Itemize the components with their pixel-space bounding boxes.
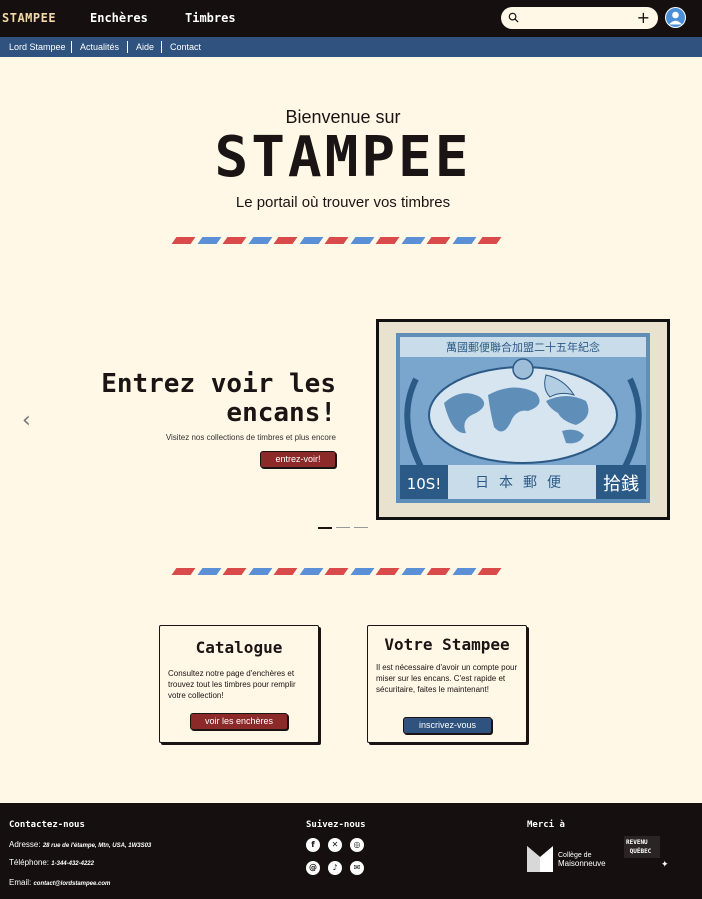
instagram-icon[interactable]: ◎ bbox=[350, 838, 364, 852]
email-line: Email: contact@lordstampee.com bbox=[9, 878, 110, 887]
revenu-line1: REVENU bbox=[626, 839, 648, 846]
carousel-title: Entrez voir les encans! bbox=[101, 369, 336, 428]
divider bbox=[127, 41, 128, 53]
hero-title: STAMPEE bbox=[214, 125, 472, 190]
footer: Contactez-nous Adresse: 28 rue de l'étam… bbox=[0, 803, 702, 899]
college-line2: Maisonneuve bbox=[558, 859, 606, 868]
college-line1: Collège de bbox=[558, 852, 592, 859]
stripe bbox=[401, 568, 425, 575]
subnav-aide[interactable]: Aide bbox=[136, 42, 154, 52]
address-label: Adresse: bbox=[9, 840, 41, 849]
signup-button[interactable]: inscrivez-vous bbox=[403, 717, 492, 734]
email-label: Email: bbox=[9, 878, 32, 887]
card-text: Consultez notre page d'enchères et trouv… bbox=[168, 669, 296, 700]
hero-tagline: Le portail où trouver vos timbres bbox=[235, 194, 451, 211]
stripe bbox=[426, 568, 451, 575]
search-icon bbox=[508, 10, 519, 28]
search-input[interactable]: + bbox=[501, 7, 658, 29]
stripe bbox=[273, 568, 298, 575]
stripe bbox=[350, 237, 374, 244]
indicator[interactable] bbox=[336, 527, 350, 528]
fleur-de-lys-icon: ✦ bbox=[661, 859, 669, 869]
mail-icon[interactable]: ✉ bbox=[350, 861, 364, 875]
facebook-icon[interactable]: f bbox=[306, 838, 320, 852]
view-auctions-button[interactable]: voir les enchères bbox=[190, 713, 288, 730]
stamp-value: 10S! bbox=[407, 475, 442, 493]
address-line: Adresse: 28 rue de l'étampe, Mtn, USA, 1… bbox=[9, 840, 151, 849]
divider bbox=[71, 41, 72, 53]
card-text: Il est nécessaire d'avoir un compte pour… bbox=[376, 663, 518, 694]
carousel-description: Visitez nos collections de timbres et pl… bbox=[165, 433, 336, 442]
card-title: Catalogue bbox=[195, 638, 283, 657]
stripe bbox=[273, 237, 298, 244]
stripe bbox=[222, 568, 247, 575]
site-logo[interactable]: STAMPEE bbox=[2, 11, 56, 25]
stamp-value-kanji: 拾銭 bbox=[603, 474, 639, 495]
nav-timbres[interactable]: Timbres bbox=[185, 11, 236, 25]
stamp-bottom-text: 日本郵便 bbox=[475, 475, 571, 491]
tiktok-icon[interactable]: ♪ bbox=[328, 861, 342, 875]
nav-encheres[interactable]: Enchères bbox=[90, 11, 148, 25]
stamp-image: 萬國郵便聯合加盟二十五年紀念 10S! 日本郵便 拾銭 bbox=[376, 319, 670, 520]
divider bbox=[161, 41, 162, 53]
subnav-contact[interactable]: Contact bbox=[170, 42, 201, 52]
stripe bbox=[452, 237, 476, 244]
x-icon[interactable]: ✕ bbox=[328, 838, 342, 852]
stripe bbox=[375, 568, 400, 575]
stripe bbox=[375, 237, 400, 244]
address-value: 28 rue de l'étampe, Mtn, USA, 1W3S03 bbox=[42, 843, 152, 849]
account-card: Votre Stampee Il est nécessaire d'avoir … bbox=[367, 625, 527, 743]
college-logo-icon bbox=[527, 846, 553, 877]
stripe bbox=[426, 237, 451, 244]
email-value[interactable]: contact@lordstampee.com bbox=[33, 881, 110, 887]
stripe bbox=[452, 568, 476, 575]
stripe bbox=[324, 237, 349, 244]
airmail-stripes bbox=[171, 568, 502, 575]
stripe bbox=[477, 568, 502, 575]
stripe bbox=[171, 568, 196, 575]
stripe bbox=[477, 237, 502, 244]
plus-icon[interactable]: + bbox=[637, 8, 650, 27]
catalogue-card: Catalogue Consultez notre page d'enchère… bbox=[159, 625, 319, 743]
stripe bbox=[299, 568, 323, 575]
stripe bbox=[248, 237, 272, 244]
revenu-line2: QUÉBEC bbox=[629, 848, 652, 855]
phone-value: 1-344-432-4222 bbox=[51, 861, 94, 867]
indicator-active[interactable] bbox=[318, 527, 332, 529]
top-navbar: STAMPEE Enchères Timbres + bbox=[0, 0, 702, 37]
revenu-quebec-text: REVENU QUÉBEC bbox=[626, 838, 651, 856]
thanks-heading: Merci à bbox=[527, 820, 565, 830]
college-name: Collège de Maisonneuve bbox=[558, 852, 606, 869]
enter-button[interactable]: entrez-voir! bbox=[260, 451, 336, 468]
stripe bbox=[197, 568, 221, 575]
card-title: Votre Stampee bbox=[384, 635, 510, 654]
airmail-stripes bbox=[171, 237, 502, 244]
stripe bbox=[401, 237, 425, 244]
phone-label: Téléphone: bbox=[9, 858, 50, 867]
user-avatar-icon[interactable] bbox=[665, 7, 686, 28]
subnav-lord-stampee[interactable]: Lord Stampee bbox=[9, 42, 66, 52]
phone-line: Téléphone: 1-344-432-4222 bbox=[9, 858, 94, 867]
threads-icon[interactable]: @ bbox=[306, 861, 320, 875]
stripe bbox=[350, 568, 374, 575]
social-heading: Suivez-nous bbox=[306, 820, 366, 830]
stripe bbox=[299, 237, 323, 244]
stripe bbox=[248, 568, 272, 575]
subnav-actualites[interactable]: Actualités bbox=[80, 42, 119, 52]
stripe bbox=[324, 568, 349, 575]
chevron-left-icon[interactable]: ‹ bbox=[22, 408, 31, 433]
stripe bbox=[222, 237, 247, 244]
secondary-nav: Lord Stampee Actualités Aide Contact bbox=[0, 37, 702, 57]
indicator[interactable] bbox=[354, 527, 368, 528]
stripe bbox=[197, 237, 221, 244]
stripe bbox=[171, 237, 196, 244]
contact-heading: Contactez-nous bbox=[9, 820, 85, 830]
stamp-top-text: 萬國郵便聯合加盟二十五年紀念 bbox=[446, 340, 600, 354]
